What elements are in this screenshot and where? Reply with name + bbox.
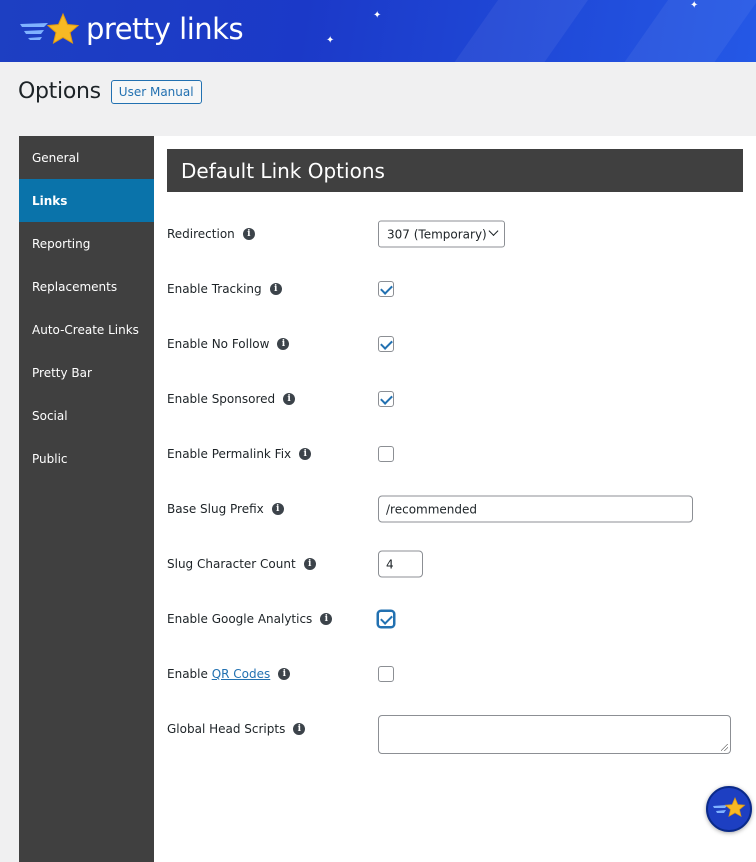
pretty-links-logo: pretty links <box>18 10 244 48</box>
slug-count-row: Slug Character Count i 4 <box>167 544 743 584</box>
info-icon[interactable]: i <box>299 448 312 460</box>
google-analytics-checkbox[interactable] <box>378 611 394 627</box>
qr-codes-link[interactable]: QR Codes <box>212 667 271 681</box>
permalink-fix-row: Enable Permalink Fix i <box>167 434 743 474</box>
sparkle-icon: ✦ <box>690 0 699 11</box>
sponsored-label: Enable Sponsored <box>167 392 276 406</box>
sidebar-item-auto-create-links[interactable]: Auto-Create Links <box>19 308 154 351</box>
sidebar-item-reporting[interactable]: Reporting <box>19 222 154 265</box>
google-analytics-row: Enable Google Analytics i <box>167 599 743 639</box>
info-icon[interactable]: i <box>283 393 296 405</box>
redirection-value: 307 (Temporary) <box>387 227 487 241</box>
page-title: Options <box>18 79 101 104</box>
sponsored-checkbox[interactable] <box>378 391 394 407</box>
qr-codes-row: Enable QR Codes i <box>167 654 743 694</box>
no-follow-row: Enable No Follow i <box>167 324 743 364</box>
slug-count-input[interactable]: 4 <box>378 550 423 578</box>
sidebar-item-links[interactable]: Links <box>19 179 154 222</box>
sidebar-item-general[interactable]: General <box>19 136 154 179</box>
sidebar-item-public[interactable]: Public <box>19 437 154 480</box>
resize-handle-icon[interactable] <box>721 744 728 751</box>
section-title: Default Link Options <box>167 149 743 192</box>
google-analytics-label: Enable Google Analytics <box>167 612 313 626</box>
slug-count-label: Slug Character Count <box>167 557 296 571</box>
options-sidebar: General Links Reporting Replacements Aut… <box>19 136 154 862</box>
sparkle-icon: ✦ <box>373 10 382 21</box>
sidebar-item-pretty-bar[interactable]: Pretty Bar <box>19 351 154 394</box>
brand-name: pretty links <box>86 12 244 46</box>
star-icon <box>713 796 746 818</box>
info-icon[interactable]: i <box>293 723 306 735</box>
brand-banner: ✦ ✦ ✦ pretty links <box>0 0 756 62</box>
info-icon[interactable]: i <box>277 338 290 350</box>
info-icon[interactable]: i <box>242 228 255 240</box>
sidebar-item-social[interactable]: Social <box>19 394 154 437</box>
qr-codes-checkbox[interactable] <box>378 666 394 682</box>
user-manual-button[interactable]: User Manual <box>110 79 202 104</box>
qr-codes-label: Enable <box>167 667 212 681</box>
no-follow-label: Enable No Follow <box>167 337 270 351</box>
base-slug-label: Base Slug Prefix <box>167 502 264 516</box>
info-icon[interactable]: i <box>303 558 316 570</box>
info-icon[interactable]: i <box>320 613 333 625</box>
options-panel: General Links Reporting Replacements Aut… <box>19 136 756 862</box>
page-header: Options User Manual <box>18 79 202 104</box>
tracking-checkbox[interactable] <box>378 281 394 297</box>
tracking-row: Enable Tracking i <box>167 269 743 309</box>
permalink-fix-label: Enable Permalink Fix <box>167 447 292 461</box>
sponsored-row: Enable Sponsored i <box>167 379 743 419</box>
redirection-select[interactable]: 307 (Temporary) <box>378 220 505 248</box>
help-launcher-button[interactable] <box>706 786 752 832</box>
chevron-down-icon <box>488 226 499 236</box>
star-logo-icon <box>20 12 80 45</box>
redirection-row: Redirection i 307 (Temporary) <box>167 214 743 254</box>
head-scripts-textarea[interactable] <box>378 715 731 754</box>
sidebar-item-replacements[interactable]: Replacements <box>19 265 154 308</box>
info-icon[interactable]: i <box>271 503 284 515</box>
base-slug-input[interactable]: /recommended <box>378 495 693 523</box>
tracking-label: Enable Tracking <box>167 282 262 296</box>
info-icon[interactable]: i <box>269 283 282 295</box>
head-scripts-row: Global Head Scripts i <box>167 709 743 754</box>
no-follow-checkbox[interactable] <box>378 336 394 352</box>
sparkle-icon: ✦ <box>326 35 335 46</box>
base-slug-row: Base Slug Prefix i /recommended <box>167 489 743 529</box>
info-icon[interactable]: i <box>278 668 291 680</box>
redirection-label: Redirection <box>167 227 235 241</box>
permalink-fix-checkbox[interactable] <box>378 446 394 462</box>
head-scripts-label: Global Head Scripts <box>167 722 286 736</box>
